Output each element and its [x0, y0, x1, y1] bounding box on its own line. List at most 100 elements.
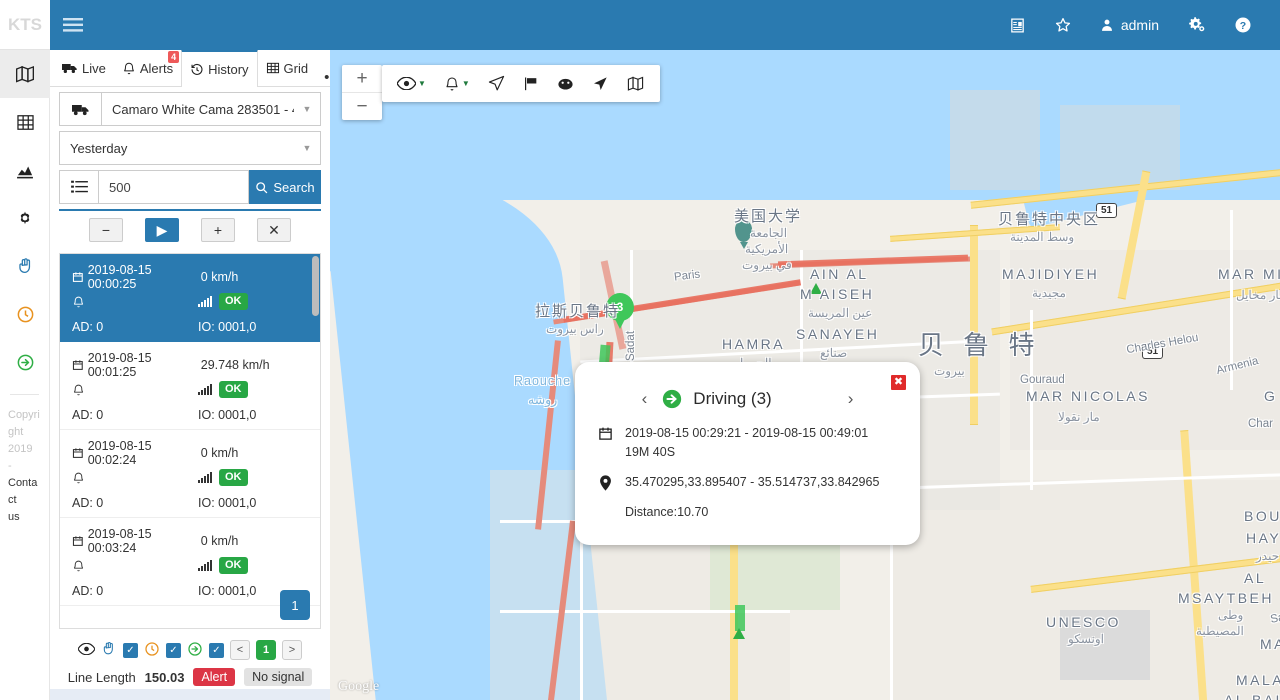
close-icon[interactable]: ✖	[891, 375, 906, 390]
bell-icon	[73, 384, 84, 395]
map-toolbar: ▼ ▼	[382, 65, 660, 102]
rail-item-map[interactable]	[0, 50, 50, 98]
list-scrollbar[interactable]	[312, 256, 319, 316]
contact-link-2[interactable]: us	[8, 509, 41, 526]
gear-icon	[20, 211, 30, 225]
table-row[interactable]: 2019-08-15 00:00:25 0 km/h OK AD: 0 IO: …	[60, 254, 320, 342]
settings-button[interactable]	[1173, 0, 1220, 50]
pager-prev-button[interactable]: <	[230, 640, 250, 660]
event-ad: AD: 0	[72, 407, 104, 422]
table-row[interactable]: 2019-08-15 00:02:24 0 km/h OK AD: 0 IO: …	[60, 430, 320, 518]
rail-item-stop[interactable]	[0, 242, 50, 290]
chevron-down-icon[interactable]: ▼	[462, 79, 470, 88]
chevron-down-icon[interactable]: ▼	[294, 143, 320, 153]
playback-speed-up-button[interactable]: +	[201, 218, 235, 242]
event-row-mid: OK	[72, 377, 308, 402]
tab-more-button[interactable]: •••	[316, 69, 330, 86]
playback-speed-down-button[interactable]: −	[89, 218, 123, 242]
user-menu[interactable]: admin	[1086, 0, 1173, 50]
period-selector[interactable]: Yesterday ▼	[59, 131, 321, 165]
left-icon-rail: Copyright 2019 - Contact us	[0, 50, 50, 700]
rail-item-settings[interactable]	[0, 194, 50, 242]
vehicle-selector[interactable]: Camaro White Cama 283501 - 4483034 ▼	[59, 92, 321, 126]
bell-icon	[73, 560, 84, 571]
map-send-button[interactable]	[481, 75, 512, 92]
map-geofence-button[interactable]	[550, 76, 581, 91]
username-label: admin	[1120, 17, 1159, 33]
map-flag-button[interactable]	[516, 75, 546, 92]
stop-filter-checkbox[interactable]: ✓	[123, 642, 138, 658]
map-layers-button[interactable]	[619, 75, 652, 92]
event-status-cell: OK	[198, 557, 308, 574]
no-signal-badge[interactable]: No signal	[244, 668, 313, 686]
event-speed: 0 km/h	[200, 445, 239, 460]
driving-filter-checkbox[interactable]: ✓	[209, 642, 224, 658]
event-list[interactable]: 2019-08-15 00:00:25 0 km/h OK AD: 0 IO: …	[59, 253, 321, 629]
calendar-icon	[72, 535, 83, 546]
page-indicator-button[interactable]: 1	[280, 590, 310, 620]
route-marker[interactable]: 3	[606, 293, 634, 329]
event-row-top: 2019-08-15 00:01:25 29.748 km/h	[72, 350, 308, 379]
tab-alerts[interactable]: Alerts 4	[114, 50, 181, 86]
help-button[interactable]: ?	[1220, 0, 1266, 50]
chevron-down-icon[interactable]: ▼	[418, 79, 426, 88]
map-alerts-button[interactable]: ▼	[437, 76, 477, 92]
info-prev-button[interactable]: ‹	[638, 389, 652, 409]
event-row-bottom: AD: 0 IO: 0001,0	[72, 402, 308, 427]
status-badge: OK	[219, 557, 248, 574]
rail-item-grid[interactable]	[0, 98, 50, 146]
tab-live[interactable]: Live	[54, 50, 114, 86]
clock-icon[interactable]	[144, 641, 160, 660]
playback-close-button[interactable]: ✕	[257, 218, 291, 242]
map-canvas[interactable]: 51 51 3 美国大学 الجامعة الأمريكية في بيروت …	[330, 50, 1280, 700]
zoom-out-button[interactable]: −	[342, 93, 382, 120]
chart-icon	[17, 166, 33, 178]
table-row[interactable]: 2019-08-15 00:01:25 29.748 km/h OK AD: 0…	[60, 342, 320, 430]
status-badge: OK	[219, 469, 248, 486]
event-speed: 29.748 km/h	[200, 357, 270, 372]
arrow-circle-icon	[663, 389, 682, 409]
eye-icon[interactable]	[77, 642, 96, 658]
list-options-button[interactable]	[59, 170, 99, 204]
direction-arrow-icon	[733, 628, 745, 639]
app-logo[interactable]: KTS	[0, 0, 50, 50]
playback-play-button[interactable]: ▶	[145, 218, 179, 242]
pager-current-page[interactable]: 1	[256, 640, 276, 660]
rail-item-idle[interactable]	[0, 290, 50, 338]
idle-filter-checkbox[interactable]: ✓	[166, 642, 181, 658]
tab-grid[interactable]: Grid	[258, 50, 317, 86]
line-length-value: 150.03	[144, 669, 185, 685]
grid-icon	[266, 62, 279, 74]
geofence-icon	[558, 78, 573, 90]
rail-item-reports[interactable]	[0, 146, 50, 194]
info-next-button[interactable]: ›	[844, 389, 858, 409]
reports-button[interactable]	[995, 0, 1040, 50]
map-road	[1030, 310, 1033, 490]
layers-icon	[627, 76, 643, 91]
calendar-icon	[72, 359, 83, 370]
report-icon	[1011, 17, 1024, 33]
rail-item-driving[interactable]	[0, 338, 50, 386]
info-distance: Distance:10.70	[625, 505, 709, 519]
event-row-top: 2019-08-15 00:03:24 0 km/h	[72, 526, 308, 555]
arrow-circle-icon[interactable]	[187, 641, 203, 660]
pager-next-button[interactable]: >	[282, 640, 302, 660]
chevron-down-icon[interactable]: ▼	[294, 104, 320, 114]
limit-input[interactable]: 500	[99, 170, 249, 204]
map-visibility-button[interactable]: ▼	[390, 77, 433, 90]
menu-toggle-button[interactable]	[50, 0, 96, 50]
map-navigate-button[interactable]	[585, 76, 615, 92]
alert-badge[interactable]: Alert	[193, 668, 236, 686]
tab-history[interactable]: History	[181, 50, 258, 87]
contact-link-1[interactable]: Contact	[8, 475, 41, 509]
event-time: 2019-08-15 00:01:25	[87, 350, 152, 379]
search-button[interactable]: Search	[249, 170, 321, 204]
event-row-mid: OK	[72, 553, 308, 578]
favorites-button[interactable]	[1040, 0, 1086, 50]
zoom-in-button[interactable]: +	[342, 65, 382, 92]
event-time: 2019-08-15 00:03:24	[87, 526, 152, 555]
logo-text: KTS	[8, 14, 42, 34]
hand-icon[interactable]	[101, 640, 117, 660]
map-info-window[interactable]: ✖ ‹ Driving (3) › 2019-08-15 00:29:21 - …	[575, 362, 920, 545]
event-io: IO: 0001,0	[198, 495, 257, 510]
